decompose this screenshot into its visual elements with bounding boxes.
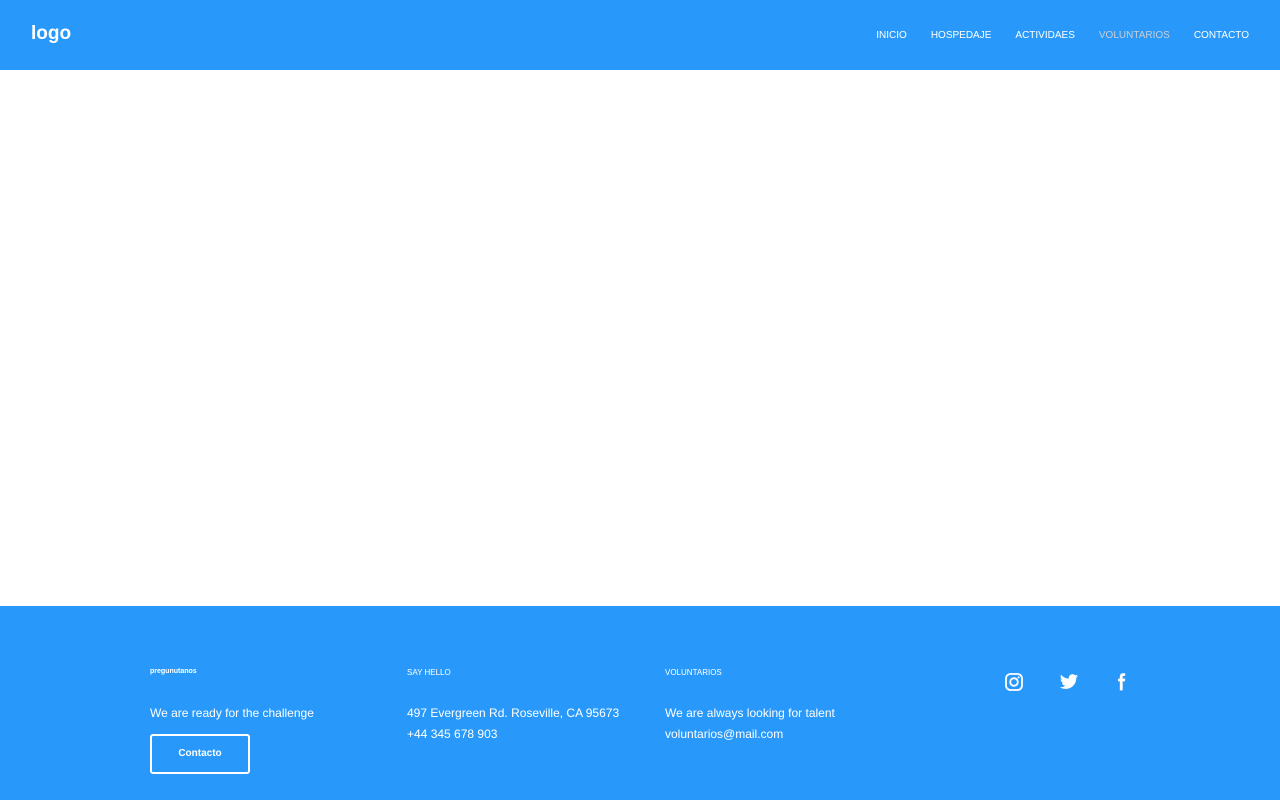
footer-heading: SAY HELLO [407, 668, 451, 677]
footer-heading: pregunutanos [150, 668, 197, 675]
footer-col-voluntarios: VOLUNTARIOS We are always looking for ta… [665, 668, 835, 745]
nav-voluntarios[interactable]: VOLUNTARIOS [1099, 30, 1170, 41]
footer-heading: VOLUNTARIOS [665, 668, 722, 677]
twitter-icon[interactable] [1059, 672, 1079, 692]
footer-col-questions: pregunutanos We are ready for the challe… [150, 668, 314, 774]
social-links [1004, 672, 1131, 692]
nav-inicio[interactable]: INICIO [876, 30, 907, 41]
nav-actividades[interactable]: ACTIVIDAES [1015, 30, 1074, 41]
footer-email[interactable]: voluntarios@mail.com [665, 724, 835, 745]
footer-text: We are ready for the challenge [150, 706, 314, 720]
contacto-button[interactable]: Contacto [150, 734, 250, 774]
nav-contacto[interactable]: CONTACTO [1194, 30, 1249, 41]
site-footer: pregunutanos We are ready for the challe… [0, 606, 1280, 800]
main-nav: INICIO HOSPEDAJE ACTIVIDAES VOLUNTARIOS … [876, 30, 1249, 41]
facebook-icon[interactable] [1111, 672, 1131, 692]
footer-col-say-hello: SAY HELLO 497 Evergreen Rd. Roseville, C… [407, 668, 619, 745]
instagram-icon[interactable] [1004, 672, 1024, 692]
logo[interactable]: logo [31, 23, 71, 45]
footer-phone[interactable]: +44 345 678 903 [407, 724, 619, 745]
site-header: logo INICIO HOSPEDAJE ACTIVIDAES VOLUNTA… [0, 0, 1280, 70]
footer-address: 497 Evergreen Rd. Roseville, CA 95673 [407, 706, 620, 720]
footer-text: We are always looking for talent [665, 706, 835, 720]
nav-hospedaje[interactable]: HOSPEDAJE [931, 30, 992, 41]
